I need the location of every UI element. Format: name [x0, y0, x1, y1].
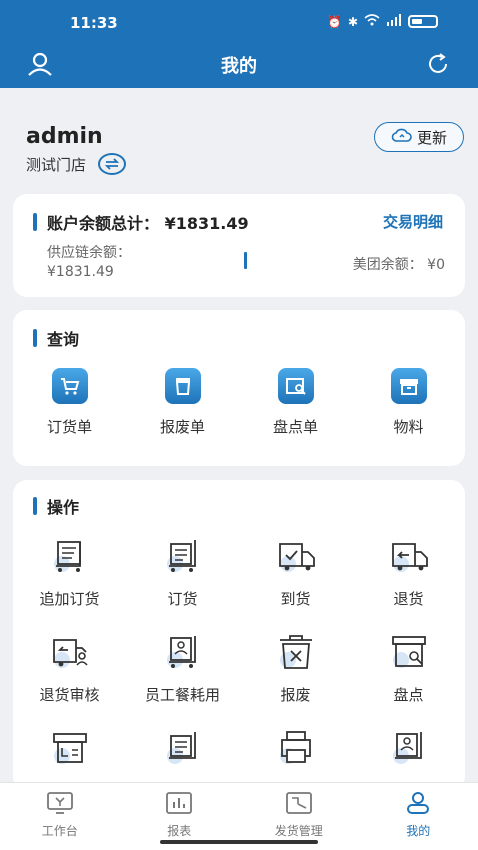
- section-bar: [33, 497, 37, 515]
- profile-icon: [404, 791, 432, 818]
- ops-row: 追加订货 订货 到货 退货: [13, 536, 465, 609]
- update-button[interactable]: 更新: [374, 122, 464, 152]
- update-label: 更新: [416, 128, 447, 147]
- op-label: 盘点: [393, 686, 424, 704]
- tab-workbench[interactable]: 工作台: [0, 783, 120, 850]
- tab-label: 发货管理: [274, 824, 323, 838]
- order-cart-icon: [161, 536, 205, 576]
- query-card: 查询 订货单 报废单 盘点单 物料: [13, 310, 465, 466]
- supply-balance: 供应链余额： ¥1831.49: [47, 244, 131, 282]
- query-item-material[interactable]: 物料: [352, 368, 465, 437]
- refresh-icon[interactable]: [426, 52, 450, 80]
- inventory-check-icon: [277, 368, 314, 404]
- op-order[interactable]: 订货: [126, 536, 239, 609]
- balance-label: 账户余额总计：: [47, 214, 160, 233]
- image-cart-icon: [387, 728, 431, 768]
- op-arrival[interactable]: 到货: [239, 536, 352, 609]
- wifi-icon: [364, 14, 380, 29]
- tab-label: 工作台: [41, 824, 78, 838]
- query-title: 查询: [33, 326, 79, 350]
- ops-row: 退货审核 员工餐耗用 报废 盘点: [13, 632, 465, 705]
- op-label: 退货: [393, 590, 424, 608]
- home-indicator: [160, 840, 318, 844]
- op-discard[interactable]: 报废: [239, 632, 352, 705]
- cart-icon: [51, 368, 88, 404]
- add-order-cart-icon: [48, 536, 92, 576]
- status-icons: ⏰ ✱: [327, 14, 438, 29]
- operations-card: 操作 追加订货 订货 到货 退货 退货审核 员工餐耗用 报废 盘点: [13, 480, 465, 790]
- workbench-icon: [46, 791, 74, 818]
- op-label: 到货: [280, 590, 311, 608]
- store-row: 测试门店: [26, 153, 127, 175]
- section-bar: [33, 213, 37, 231]
- balance-title: 账户余额总计： ¥1831.49: [33, 210, 249, 234]
- query-item-inventory[interactable]: 盘点单: [239, 368, 352, 437]
- balance-card: 账户余额总计： ¥1831.49 交易明细 供应链余额： ¥1831.49 美团…: [13, 194, 465, 297]
- query-item-label: 盘点单: [272, 418, 318, 436]
- op-label: 报废: [280, 686, 311, 704]
- query-item-label: 订货单: [46, 418, 92, 436]
- box-icon: [390, 368, 427, 404]
- alarm-icon: ⏰: [326, 14, 342, 29]
- query-title-text: 查询: [47, 330, 80, 349]
- ops-title: 操作: [33, 494, 79, 518]
- query-item-label: 物料: [393, 418, 424, 436]
- query-item-order[interactable]: 订货单: [13, 368, 126, 437]
- printer-icon: [274, 728, 318, 768]
- trade-detail-link[interactable]: 交易明细: [383, 211, 443, 232]
- supply-label: 供应链余额：: [47, 245, 131, 261]
- nav-bar: 我的: [0, 42, 478, 88]
- op-add-order[interactable]: 追加订货: [13, 536, 126, 609]
- supply-value: ¥1831.49: [47, 264, 114, 280]
- user-info: admin 测试门店: [26, 124, 127, 175]
- cloud-sync-icon: [391, 127, 413, 147]
- battery-icon: [408, 15, 438, 28]
- ops-row: [13, 728, 465, 768]
- meituan-value: ¥0: [427, 257, 445, 273]
- return-truck-icon: [387, 536, 431, 576]
- op-item-10[interactable]: [126, 728, 239, 768]
- op-item-12[interactable]: [352, 728, 465, 768]
- meituan-label: 美团余额：: [352, 257, 423, 273]
- user-name: admin: [26, 124, 103, 149]
- page-title: 我的: [221, 56, 257, 77]
- query-item-discard[interactable]: 报废单: [126, 368, 239, 437]
- shipping-icon: [285, 791, 313, 818]
- tab-label: 报表: [167, 824, 192, 838]
- divider: [244, 252, 247, 269]
- op-label: 追加订货: [39, 590, 100, 608]
- op-inventory[interactable]: 盘点: [352, 632, 465, 705]
- signal-icon: [386, 14, 402, 29]
- trash-bin-icon: [164, 368, 201, 404]
- tab-label: 我的: [406, 824, 431, 838]
- meituan-balance: 美团余额： ¥0: [353, 254, 445, 274]
- query-item-label: 报废单: [159, 418, 205, 436]
- op-item-9[interactable]: [13, 728, 126, 768]
- switch-store-icon[interactable]: [98, 153, 127, 175]
- ops-title-text: 操作: [47, 498, 80, 517]
- op-label: 订货: [167, 590, 198, 608]
- balance-total: ¥1831.49: [164, 214, 249, 233]
- inventory-search-icon: [387, 632, 431, 672]
- op-return-review[interactable]: 退货审核: [13, 632, 126, 705]
- section-bar: [33, 329, 37, 347]
- list-cart-icon: [161, 728, 205, 768]
- status-time: 11:33: [70, 14, 118, 32]
- op-item-11[interactable]: [239, 728, 352, 768]
- store-name: 测试门店: [26, 155, 87, 174]
- tab-mine[interactable]: 我的: [359, 783, 478, 850]
- staff-meal-cart-icon: [161, 632, 205, 672]
- op-staff-meal[interactable]: 员工餐耗用: [126, 632, 239, 705]
- op-return[interactable]: 退货: [352, 536, 465, 609]
- discard-bin-icon: [274, 632, 318, 672]
- status-bar: 11:33 ⏰ ✱: [0, 0, 478, 42]
- op-label: 员工餐耗用: [144, 686, 220, 704]
- query-grid: 订货单 报废单 盘点单 物料: [13, 368, 465, 437]
- op-label: 退货审核: [39, 686, 100, 704]
- return-review-truck-icon: [48, 632, 92, 672]
- report-chart-icon: [165, 791, 193, 818]
- bluetooth-icon: ✱: [347, 14, 358, 29]
- delivery-truck-check-icon: [274, 536, 318, 576]
- printer-list-icon: [48, 728, 92, 768]
